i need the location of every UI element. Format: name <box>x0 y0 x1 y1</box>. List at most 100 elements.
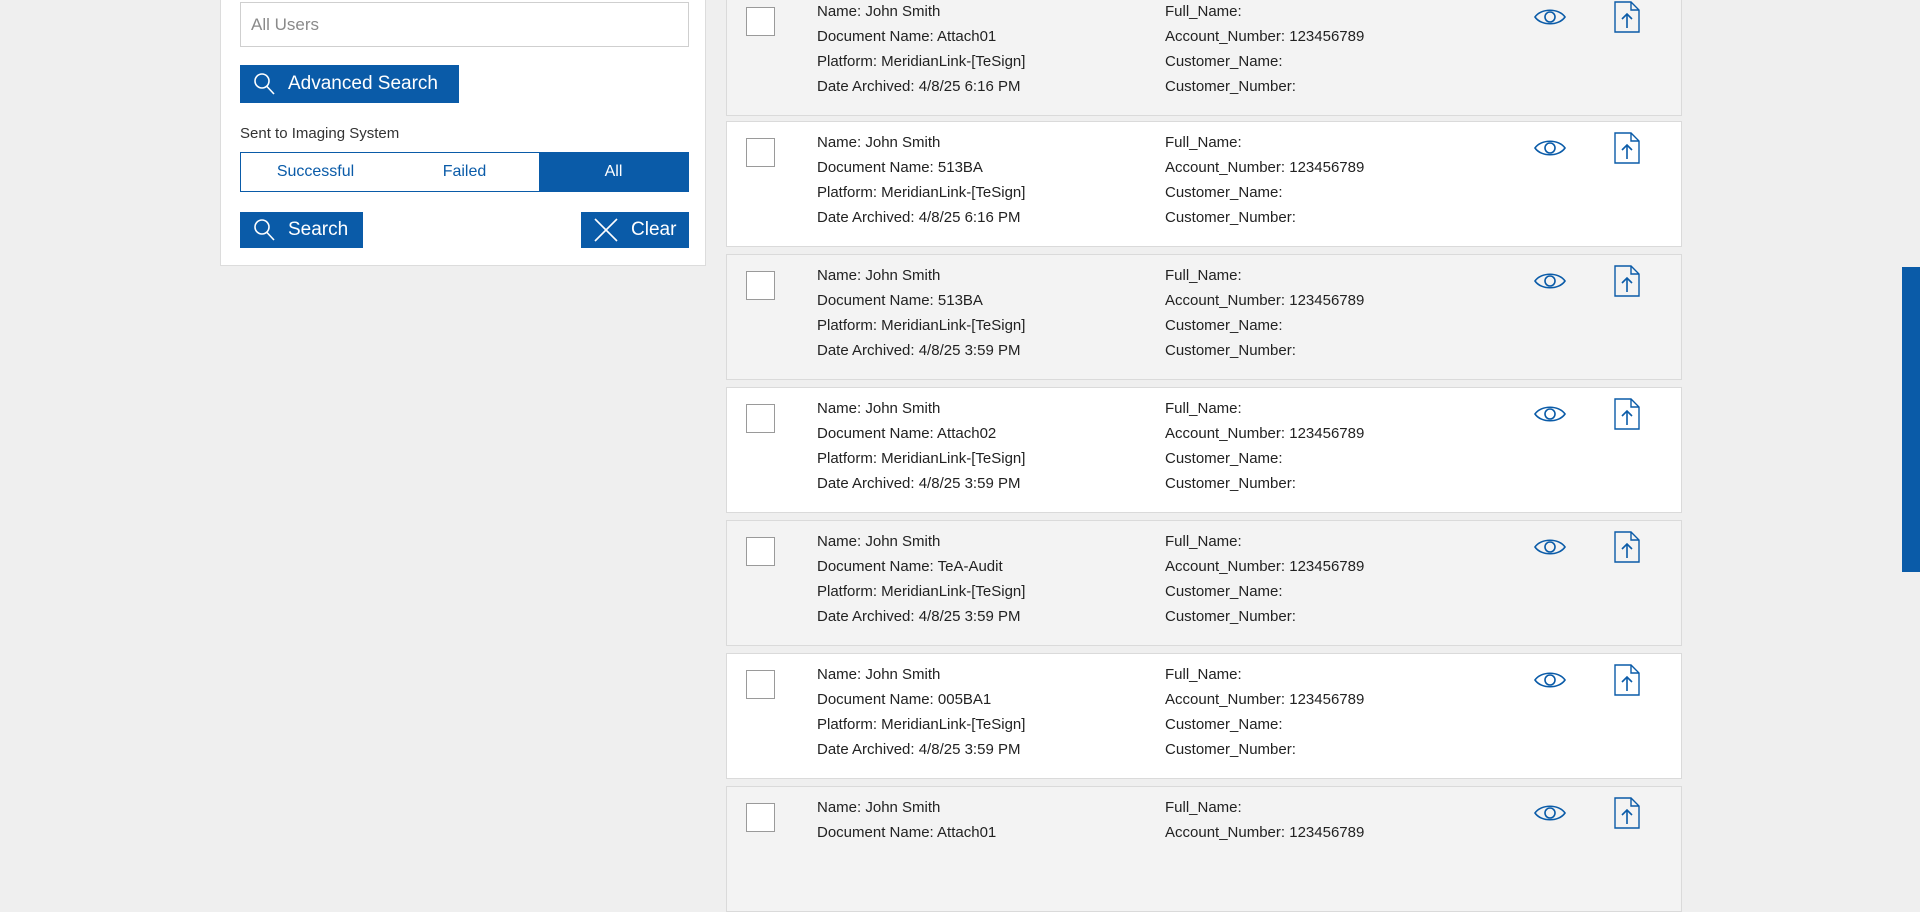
record-account: Account_Number: 123456789 <box>1165 824 1365 841</box>
record-customer-number: Customer_Number: <box>1165 209 1296 226</box>
record-details: Name: John Smith Document Name: Attach01… <box>817 0 1025 99</box>
record-fields: Full_Name: Account_Number: 123456789 Cus… <box>1165 662 1364 762</box>
row-checkbox[interactable] <box>746 803 775 832</box>
record-fields: Full_Name: Account_Number: 123456789 <box>1165 795 1364 845</box>
record-customer-number: Customer_Number: <box>1165 342 1296 359</box>
record-customer-number: Customer_Number: <box>1165 78 1296 95</box>
record-account: Account_Number: 123456789 <box>1165 558 1365 575</box>
row-checkbox[interactable] <box>746 7 775 36</box>
file-upload-icon[interactable] <box>1614 1 1640 33</box>
file-upload-icon[interactable] <box>1614 132 1640 164</box>
list-item: Name: John Smith Document Name: 005BA1 P… <box>726 653 1682 779</box>
record-document: Document Name: 513BA <box>817 159 983 176</box>
record-platform: Platform: MeridianLink-[TeSign] <box>817 716 1026 733</box>
record-details: Name: John Smith Document Name: 005BA1 P… <box>817 662 1025 762</box>
record-date: Date Archived: 4/8/25 3:59 PM <box>817 475 1021 492</box>
eye-icon[interactable] <box>1533 5 1567 29</box>
user-filter-input[interactable] <box>240 2 689 47</box>
file-upload-icon[interactable] <box>1614 398 1640 430</box>
record-customer-number: Customer_Number: <box>1165 741 1296 758</box>
list-item: Name: John Smith Document Name: Attach01… <box>726 786 1682 912</box>
record-account: Account_Number: 123456789 <box>1165 292 1365 309</box>
record-full-name: Full_Name: <box>1165 533 1242 550</box>
eye-icon[interactable] <box>1533 801 1567 825</box>
record-document: Document Name: Attach01 <box>817 824 997 841</box>
record-name: Name: John Smith <box>817 533 941 550</box>
record-date: Date Archived: 4/8/25 6:16 PM <box>817 209 1021 226</box>
record-customer-name: Customer_Name: <box>1165 184 1283 201</box>
record-platform: Platform: MeridianLink-[TeSign] <box>817 184 1026 201</box>
record-full-name: Full_Name: <box>1165 400 1242 417</box>
eye-icon[interactable] <box>1533 402 1567 426</box>
scrollbar-thumb[interactable] <box>1902 267 1920 572</box>
eye-icon[interactable] <box>1533 269 1567 293</box>
eye-icon[interactable] <box>1533 136 1567 160</box>
file-upload-icon[interactable] <box>1614 531 1640 563</box>
record-customer-name: Customer_Name: <box>1165 317 1283 334</box>
advanced-search-label: Advanced Search <box>288 73 438 94</box>
record-name: Name: John Smith <box>817 666 941 683</box>
eye-icon[interactable] <box>1533 668 1567 692</box>
record-platform: Platform: MeridianLink-[TeSign] <box>817 583 1026 600</box>
record-platform: Platform: MeridianLink-[TeSign] <box>817 317 1026 334</box>
record-customer-number: Customer_Number: <box>1165 608 1296 625</box>
record-fields: Full_Name: Account_Number: 123456789 Cus… <box>1165 0 1364 99</box>
row-checkbox[interactable] <box>746 670 775 699</box>
search-button[interactable]: Search <box>240 212 363 248</box>
record-name: Name: John Smith <box>817 3 941 20</box>
record-date: Date Archived: 4/8/25 6:16 PM <box>817 78 1021 95</box>
imaging-system-label: Sent to Imaging System <box>240 125 400 142</box>
record-date: Date Archived: 4/8/25 3:59 PM <box>817 608 1021 625</box>
record-account: Account_Number: 123456789 <box>1165 691 1365 708</box>
record-date: Date Archived: 4/8/25 3:59 PM <box>817 741 1021 758</box>
record-name: Name: John Smith <box>817 267 941 284</box>
list-item: Name: John Smith Document Name: Attach01… <box>726 0 1682 116</box>
list-item: Name: John Smith Document Name: TeA-Audi… <box>726 520 1682 646</box>
record-fields: Full_Name: Account_Number: 123456789 Cus… <box>1165 529 1364 629</box>
file-upload-icon[interactable] <box>1614 797 1640 829</box>
record-document: Document Name: 513BA <box>817 292 983 309</box>
record-account: Account_Number: 123456789 <box>1165 28 1365 45</box>
row-checkbox[interactable] <box>746 138 775 167</box>
segment-successful[interactable]: Successful <box>241 153 390 191</box>
record-platform: Platform: MeridianLink-[TeSign] <box>817 450 1026 467</box>
record-full-name: Full_Name: <box>1165 799 1242 816</box>
list-item: Name: John Smith Document Name: Attach02… <box>726 387 1682 513</box>
advanced-search-button[interactable]: Advanced Search <box>240 65 459 103</box>
file-upload-icon[interactable] <box>1614 265 1640 297</box>
clear-label: Clear <box>631 219 677 240</box>
eye-icon[interactable] <box>1533 535 1567 559</box>
segment-all[interactable]: All <box>539 153 688 191</box>
record-platform: Platform: MeridianLink-[TeSign] <box>817 53 1026 70</box>
search-label: Search <box>288 219 349 240</box>
record-details: Name: John Smith Document Name: Attach01 <box>817 795 996 845</box>
search-icon <box>254 219 275 241</box>
record-customer-name: Customer_Name: <box>1165 450 1283 467</box>
record-name: Name: John Smith <box>817 799 941 816</box>
search-icon <box>254 73 275 95</box>
list-item: Name: John Smith Document Name: 513BA Pl… <box>726 254 1682 380</box>
file-upload-icon[interactable] <box>1614 664 1640 696</box>
record-customer-number: Customer_Number: <box>1165 475 1296 492</box>
record-details: Name: John Smith Document Name: 513BA Pl… <box>817 130 1025 230</box>
record-fields: Full_Name: Account_Number: 123456789 Cus… <box>1165 263 1364 363</box>
record-customer-name: Customer_Name: <box>1165 716 1283 733</box>
record-fields: Full_Name: Account_Number: 123456789 Cus… <box>1165 396 1364 496</box>
row-checkbox[interactable] <box>746 271 775 300</box>
record-document: Document Name: 005BA1 <box>817 691 992 708</box>
record-name: Name: John Smith <box>817 134 941 151</box>
row-checkbox[interactable] <box>746 537 775 566</box>
record-full-name: Full_Name: <box>1165 267 1242 284</box>
record-fields: Full_Name: Account_Number: 123456789 Cus… <box>1165 130 1364 230</box>
clear-button[interactable]: Clear <box>581 212 689 248</box>
list-item: Name: John Smith Document Name: 513BA Pl… <box>726 121 1682 247</box>
record-full-name: Full_Name: <box>1165 3 1242 20</box>
record-document: Document Name: TeA-Audit <box>817 558 1003 575</box>
record-details: Name: John Smith Document Name: Attach02… <box>817 396 1025 496</box>
record-details: Name: John Smith Document Name: 513BA Pl… <box>817 263 1025 363</box>
record-account: Account_Number: 123456789 <box>1165 159 1365 176</box>
record-full-name: Full_Name: <box>1165 666 1242 683</box>
row-checkbox[interactable] <box>746 404 775 433</box>
segment-failed[interactable]: Failed <box>390 153 539 191</box>
record-full-name: Full_Name: <box>1165 134 1242 151</box>
